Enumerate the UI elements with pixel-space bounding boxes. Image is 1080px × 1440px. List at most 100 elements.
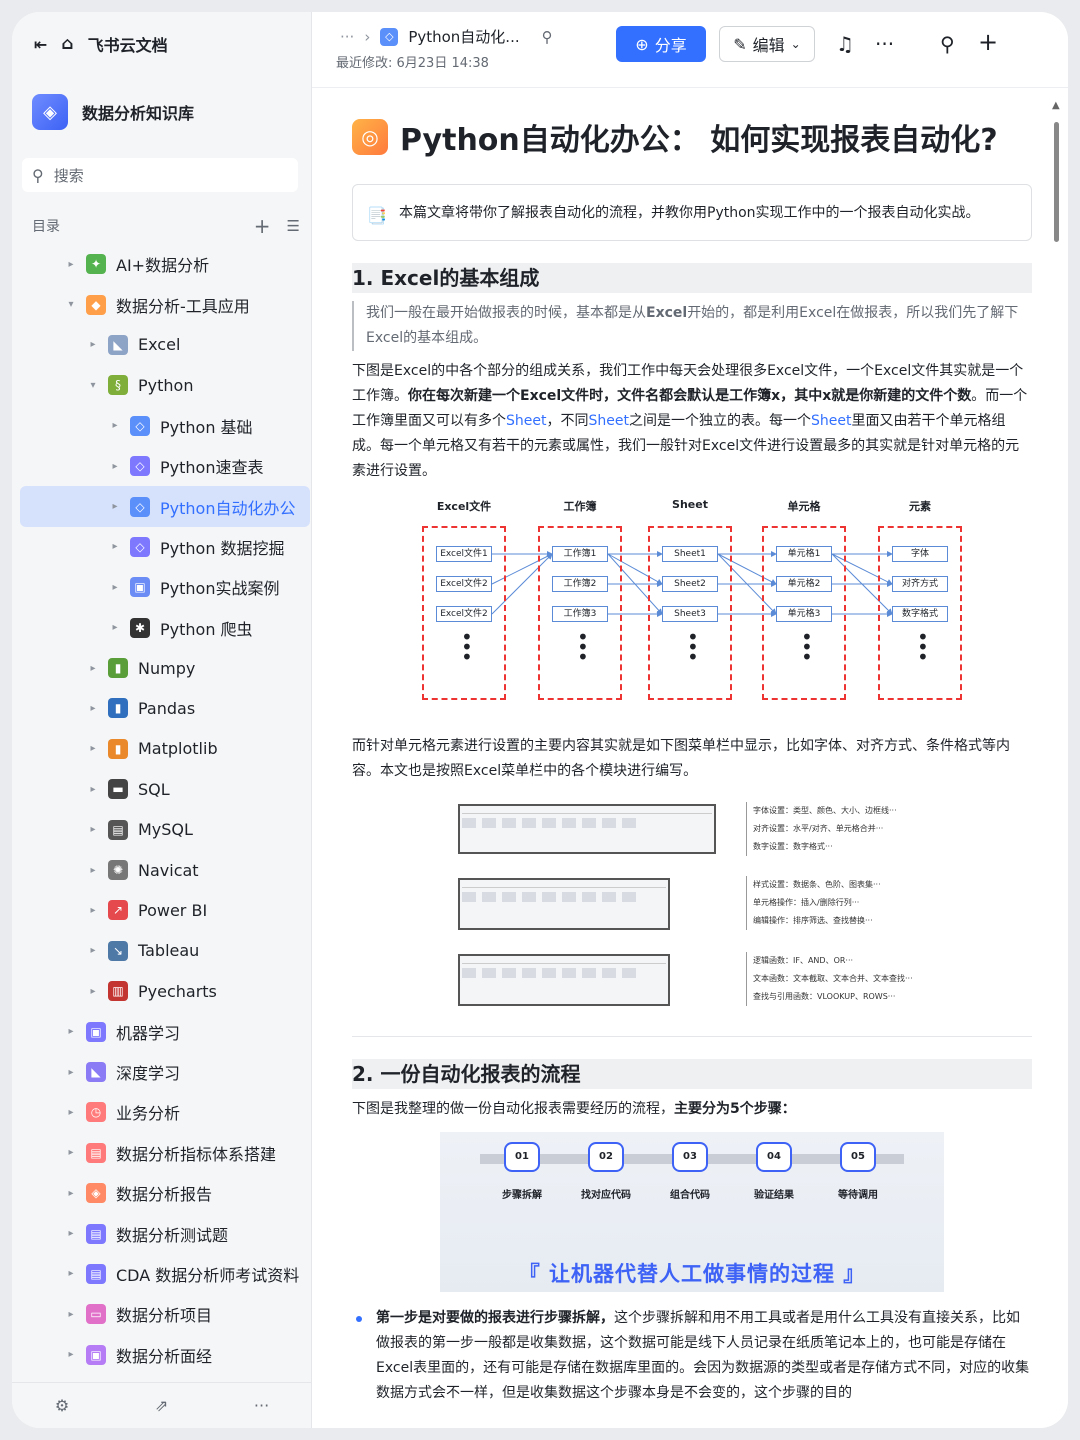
section-1-quote: 我们一般在最开始做报表的时候，基本都是从Excel开始的，都是利用Excel在做… [352, 301, 1032, 351]
toc-item[interactable]: ▸ ◇ Python 数据挖掘 [20, 527, 310, 567]
collapse-arrow-icon[interactable]: ▸ [64, 1268, 78, 1279]
toc-item[interactable]: ▸ ↗ Power BI [20, 890, 310, 930]
excel-structure-diagram: Excel文件 Excel文件1 Excel文件2 Excel文件2 • • • 工作簿 工作簿… [352, 494, 1032, 724]
toc-item[interactable]: ▸ ▣ 数据分析面经 [20, 1335, 310, 1375]
toc-item[interactable]: ▸ ▤ 数据分析指标体系搭建 [20, 1133, 310, 1173]
p1-sheet-3: Sheet [810, 413, 852, 429]
collapse-arrow-icon[interactable]: ▸ [86, 905, 100, 916]
knowledge-base-header[interactable]: ◈ 数据分析知识库 [32, 94, 194, 130]
ribbon-note: 数字设置：数字格式··· [753, 842, 833, 851]
page-icon: ▮ [108, 698, 128, 719]
toc-item-label: Numpy [138, 658, 196, 678]
toc-item[interactable]: ▸ ✺ Navicat [20, 850, 310, 890]
toc-item[interactable]: ▸ ◣ Excel [20, 325, 310, 365]
collapse-arrow-icon[interactable]: ▸ [64, 1188, 78, 1199]
collapse-sidebar-icon[interactable]: ⇤ [34, 35, 47, 54]
toc-item[interactable]: ▸ ▣ Python实战案例 [20, 567, 310, 607]
toc-item[interactable]: ▸ ◇ Python自动化办公 [20, 486, 310, 527]
collapse-arrow-icon[interactable]: ▸ [64, 1067, 78, 1078]
breadcrumb-more[interactable]: ··· [340, 28, 354, 46]
collapse-arrow-icon[interactable]: ▸ [64, 1309, 78, 1320]
diagram-cell: Sheet3 [662, 606, 718, 622]
app-title[interactable]: 飞书云文档 [88, 32, 168, 56]
toc-item[interactable]: ▸ ▮ Pandas [20, 688, 310, 728]
toc-item[interactable]: ▸ ◇ Python速查表 [20, 446, 310, 486]
more-icon[interactable]: ··· [254, 1396, 269, 1415]
toc-item[interactable]: ▾ § Python [20, 365, 310, 405]
scrollbar[interactable]: ▲ [1052, 88, 1062, 1428]
collapse-arrow-icon[interactable]: ▸ [64, 1228, 78, 1239]
breadcrumb-separator: › [364, 27, 371, 46]
scrollbar-thumb[interactable] [1054, 122, 1059, 242]
collapse-arrow-icon[interactable]: ▸ [86, 784, 100, 795]
toc-item[interactable]: ▸ ✱ Python 爬虫 [20, 608, 310, 648]
toc-item[interactable]: ▸ ▬ SQL [20, 769, 310, 809]
globe-icon: ⊕ [635, 34, 649, 54]
collapse-arrow-icon[interactable]: ▸ [108, 582, 122, 593]
bell-icon[interactable]: ♫ [836, 32, 854, 56]
toc-item[interactable]: ▸ ▤ MySQL [20, 809, 310, 849]
toc-item[interactable]: ▸ ▮ Numpy [20, 648, 310, 688]
collapse-arrow-icon[interactable]: ▸ [86, 824, 100, 835]
flow-step-badge: 01 [504, 1142, 540, 1172]
toc-item-label: 数据分析报告 [116, 1185, 213, 1205]
search-icon: ⚲ [32, 165, 44, 185]
add-page-icon[interactable]: + [254, 214, 271, 238]
collapse-arrow-icon[interactable]: ▸ [86, 703, 100, 714]
toc-item[interactable]: ▸ ▮ Matplotlib [20, 729, 310, 769]
toc-item[interactable]: ▸ ↘ Tableau [20, 931, 310, 971]
edit-button[interactable]: ✎ 编辑 ⌄ [719, 26, 815, 62]
collapse-arrow-icon[interactable]: ▸ [86, 865, 100, 876]
search-input[interactable]: ⚲ 搜索 [22, 158, 298, 192]
collapse-arrow-icon[interactable]: ▸ [86, 743, 100, 754]
pin-icon[interactable]: ⚲ [542, 28, 553, 46]
page-icon: ◷ [86, 1102, 106, 1123]
diagram-cell: 对齐方式 [892, 576, 948, 592]
page-icon: ◣ [108, 334, 128, 355]
more-options-icon[interactable]: ··· [875, 32, 894, 56]
toc-item[interactable]: ▸ ▤ 数据分析测试题 [20, 1213, 310, 1253]
diagram-column-header: 元素 [909, 500, 931, 513]
toc-item[interactable]: ▾ ◆ 数据分析-工具应用 [20, 284, 310, 324]
edit-label: 编辑 [752, 36, 785, 55]
toc-list-icon[interactable]: ☰ [287, 217, 300, 235]
home-icon[interactable]: ⌂ [61, 34, 73, 54]
collapse-arrow-icon[interactable]: ▸ [108, 501, 122, 512]
share-out-icon[interactable]: ⇗ [155, 1396, 168, 1415]
toc-item[interactable]: ▸ ◇ Python 基础 [20, 406, 310, 446]
breadcrumb-doc-title[interactable]: Python自动化... [408, 26, 519, 47]
toc-item[interactable]: ▸ ◈ 数据分析报告 [20, 1173, 310, 1213]
collapse-arrow-icon[interactable]: ▸ [108, 541, 122, 552]
collapse-arrow-icon[interactable]: ▸ [86, 945, 100, 956]
scroll-up-icon[interactable]: ▲ [1052, 100, 1060, 111]
new-icon[interactable]: + [978, 28, 998, 56]
bullet-1-bold: 第一步是对要做的报表进行步骤拆解， [376, 1310, 614, 1326]
collapse-arrow-icon[interactable]: ▸ [108, 420, 122, 431]
toc-item[interactable]: ▸ ◣ 深度学习 [20, 1052, 310, 1092]
toc-item[interactable]: ▸ ▭ 数据分析项目 [20, 1294, 310, 1334]
toc-item[interactable]: ▸ ▤ CDA 数据分析师考试资料 [20, 1254, 310, 1294]
collapse-arrow-icon[interactable]: ▸ [86, 986, 100, 997]
page-icon: ↗ [108, 900, 128, 921]
collapse-arrow-icon[interactable]: ▸ [64, 1349, 78, 1360]
search-doc-icon[interactable]: ⚲ [940, 32, 955, 56]
toc-item[interactable]: ▸ ✦ AI+数据分析 [20, 244, 310, 284]
share-button[interactable]: ⊕ 分享 [616, 26, 706, 62]
expand-arrow-icon[interactable]: ▾ [86, 380, 100, 391]
toc-item[interactable]: ▸ ▥ Pyecharts [20, 971, 310, 1011]
collapse-arrow-icon[interactable]: ▸ [64, 1107, 78, 1118]
last-modified: 最近修改: 6月23日 14:38 [336, 56, 489, 71]
settings-icon[interactable]: ⚙ [55, 1396, 69, 1415]
collapse-arrow-icon[interactable]: ▸ [86, 339, 100, 350]
collapse-arrow-icon[interactable]: ▸ [108, 461, 122, 472]
toc-item[interactable]: ▸ ▣ 机器学习 [20, 1011, 310, 1051]
collapse-arrow-icon[interactable]: ▸ [108, 622, 122, 633]
section-2-heading: 2. 一份自动化报表的流程 [352, 1059, 1032, 1089]
app-window: ⇤ ⌂ 飞书云文档 ◈ 数据分析知识库 ⚲ 搜索 目录 + ☰ ▸ ✦ AI+数据分… [12, 12, 1068, 1428]
toc-item[interactable]: ▸ ◷ 业务分析 [20, 1092, 310, 1132]
collapse-arrow-icon[interactable]: ▸ [64, 259, 78, 270]
expand-arrow-icon[interactable]: ▾ [64, 299, 78, 310]
collapse-arrow-icon[interactable]: ▸ [86, 663, 100, 674]
collapse-arrow-icon[interactable]: ▸ [64, 1026, 78, 1037]
collapse-arrow-icon[interactable]: ▸ [64, 1147, 78, 1158]
